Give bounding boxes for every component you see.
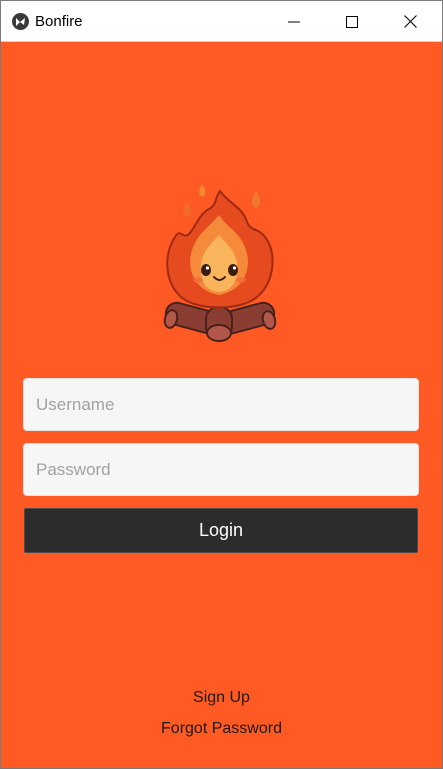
close-button[interactable] xyxy=(381,1,439,42)
close-icon xyxy=(403,15,417,28)
username-input[interactable] xyxy=(23,378,419,431)
forgot-password-link[interactable]: Forgot Password xyxy=(1,719,442,739)
app-window: Bonfire Username Login Sign Up Forgot Pa… xyxy=(0,0,443,769)
maximize-icon xyxy=(346,15,358,28)
title-bar[interactable]: Bonfire xyxy=(1,1,442,42)
minimize-icon xyxy=(288,21,300,22)
maximize-button[interactable] xyxy=(323,1,381,42)
login-button-label: Login xyxy=(198,520,244,540)
kivy-logo-icon xyxy=(12,13,29,30)
sign-up-link[interactable]: Sign Up xyxy=(1,688,442,708)
password-input[interactable] xyxy=(23,443,419,496)
minimize-button[interactable] xyxy=(265,1,323,42)
login-button[interactable]: Login xyxy=(24,508,418,553)
bonfire-mascot-icon xyxy=(157,179,283,345)
window-title: Bonfire xyxy=(35,13,83,30)
